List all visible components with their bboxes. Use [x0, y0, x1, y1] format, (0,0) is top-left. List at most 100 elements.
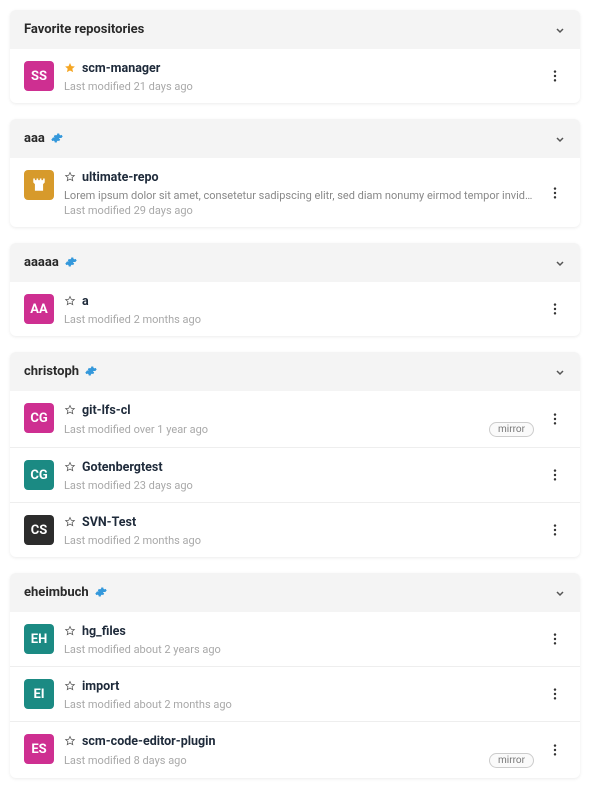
star-outline-icon[interactable]	[64, 677, 76, 696]
repo-name[interactable]: Gotenbergtest	[82, 460, 163, 475]
gear-icon[interactable]	[85, 362, 97, 381]
avatar-text: CG	[30, 411, 47, 426]
avatar-text: CG	[30, 468, 47, 483]
avatar: CG	[24, 403, 54, 433]
repo-modified: Last modified 29 days ago	[64, 204, 193, 217]
star-filled-icon[interactable]	[64, 59, 76, 78]
repo-actions-button[interactable]	[544, 683, 566, 705]
repo-name-row: scm-manager	[64, 59, 534, 78]
repo-actions-button[interactable]	[544, 65, 566, 87]
repo-actions-button[interactable]	[544, 464, 566, 486]
avatar-text: CS	[31, 523, 48, 538]
repo-list: SS scm-manager Last modified 21 days ago	[10, 49, 580, 103]
star-outline-icon[interactable]	[64, 513, 76, 532]
avatar: AA	[24, 294, 54, 324]
repo-modified: Last modified 2 months ago	[64, 313, 201, 326]
repo-actions-button[interactable]	[544, 182, 566, 204]
avatar: EH	[24, 624, 54, 654]
repo-row[interactable]: AA a Last modified 2 months ago	[10, 282, 580, 336]
repo-row[interactable]: ultimate-repoLorem ipsum dolor sit amet,…	[10, 158, 580, 227]
repo-row[interactable]: SS scm-manager Last modified 21 days ago	[10, 49, 580, 103]
repo-modified: Last modified about 2 months ago	[64, 698, 232, 711]
repo-actions-button[interactable]	[544, 628, 566, 650]
repo-main: a Last modified 2 months ago	[64, 292, 534, 326]
group-header[interactable]: eheimbuch	[10, 573, 580, 612]
repo-name[interactable]: scm-manager	[82, 61, 160, 76]
gear-icon[interactable]	[95, 583, 107, 602]
group-aaa: aaa ultimate-repoLorem ipsum dolor sit am…	[10, 119, 580, 227]
avatar: CG	[24, 460, 54, 490]
repo-actions-button[interactable]	[544, 298, 566, 320]
star-outline-icon[interactable]	[64, 458, 76, 477]
repo-modified: Last modified 23 days ago	[64, 479, 193, 492]
repo-actions-button[interactable]	[544, 408, 566, 430]
repo-main: hg_filesLast modified about 2 years ago	[64, 622, 534, 656]
repo-modified: Last modified over 1 year ago	[64, 423, 208, 436]
repo-list: ultimate-repoLorem ipsum dolor sit amet,…	[10, 158, 580, 227]
kebab-icon	[548, 186, 562, 200]
repo-name[interactable]: git-lfs-cl	[82, 403, 131, 418]
group-header[interactable]: aaa	[10, 119, 580, 158]
avatar: EI	[24, 679, 54, 709]
group-aaaaa: aaaaa AA a Last modified 2 months ago	[10, 243, 580, 336]
kebab-icon	[548, 687, 562, 701]
star-outline-icon[interactable]	[64, 292, 76, 311]
gear-icon[interactable]	[65, 253, 77, 272]
mirror-badge: mirror	[489, 753, 534, 768]
repo-name[interactable]: import	[82, 679, 119, 694]
repo-row[interactable]: CS SVN-Test Last modified 2 months ago	[10, 502, 580, 557]
star-outline-icon[interactable]	[64, 401, 76, 420]
group-title-wrap: aaa	[24, 129, 63, 148]
group-title: aaaaa	[24, 255, 59, 270]
gear-icon[interactable]	[51, 129, 63, 148]
group-header[interactable]: aaaaa	[10, 243, 580, 282]
repo-modified: Last modified 8 days ago	[64, 754, 187, 767]
group-title: Favorite repositories	[24, 22, 144, 37]
repo-name[interactable]: scm-code-editor-plugin	[82, 734, 216, 749]
repo-meta: Last modified 23 days ago	[64, 479, 534, 492]
avatar: CS	[24, 515, 54, 545]
repo-row[interactable]: EI import Last modified about 2 months ago	[10, 666, 580, 721]
avatar-text: SS	[31, 69, 47, 84]
group-header[interactable]: Favorite repositories	[10, 10, 580, 49]
repo-actions-button[interactable]	[544, 739, 566, 761]
chevron-down-icon[interactable]	[554, 253, 566, 272]
kebab-icon	[548, 69, 562, 83]
repo-row[interactable]: CG Gotenbergtest Last modified 23 days ago	[10, 447, 580, 502]
chevron-down-icon[interactable]	[554, 583, 566, 602]
mirror-badge: mirror	[489, 422, 534, 437]
repo-main: Gotenbergtest Last modified 23 days ago	[64, 458, 534, 492]
chevron-down-icon[interactable]	[554, 362, 566, 381]
group-title: aaa	[24, 131, 45, 146]
star-outline-icon[interactable]	[64, 732, 76, 751]
repo-name[interactable]: SVN-Test	[82, 515, 136, 530]
avatar-text: ES	[31, 742, 46, 757]
repo-main: SVN-Test Last modified 2 months ago	[64, 513, 534, 547]
avatar	[24, 170, 54, 200]
repo-name[interactable]: hg_files	[82, 624, 126, 639]
repo-row[interactable]: ES scm-code-editor-plugin Last modified 8 …	[10, 721, 580, 778]
repo-main: import Last modified about 2 months ago	[64, 677, 534, 711]
group-title-wrap: aaaaa	[24, 253, 77, 272]
group-header[interactable]: christoph	[10, 352, 580, 391]
chevron-down-icon[interactable]	[554, 20, 566, 39]
kebab-icon	[548, 412, 562, 426]
kebab-icon	[548, 302, 562, 316]
repo-actions-button[interactable]	[544, 519, 566, 541]
repo-meta: Last modified 29 days ago	[64, 204, 534, 217]
repo-name[interactable]: a	[82, 294, 89, 309]
repo-meta: Last modified 21 days ago	[64, 80, 534, 93]
repo-main: ultimate-repoLorem ipsum dolor sit amet,…	[64, 168, 534, 217]
group-title-wrap: Favorite repositories	[24, 22, 144, 37]
repo-name[interactable]: ultimate-repo	[82, 170, 159, 185]
star-outline-icon[interactable]	[64, 622, 76, 641]
star-outline-icon[interactable]	[64, 168, 76, 187]
repo-name-row: import	[64, 677, 534, 696]
repo-meta: Last modified over 1 year ago mirror	[64, 422, 534, 437]
repo-meta: Last modified 2 months ago	[64, 534, 534, 547]
chevron-down-icon[interactable]	[554, 129, 566, 148]
repo-row[interactable]: EH hg_filesLast modified about 2 years ag…	[10, 612, 580, 666]
repo-name-row: hg_files	[64, 622, 534, 641]
repo-row[interactable]: CG git-lfs-cl Last modified over 1 year ag…	[10, 391, 580, 447]
avatar: SS	[24, 61, 54, 91]
